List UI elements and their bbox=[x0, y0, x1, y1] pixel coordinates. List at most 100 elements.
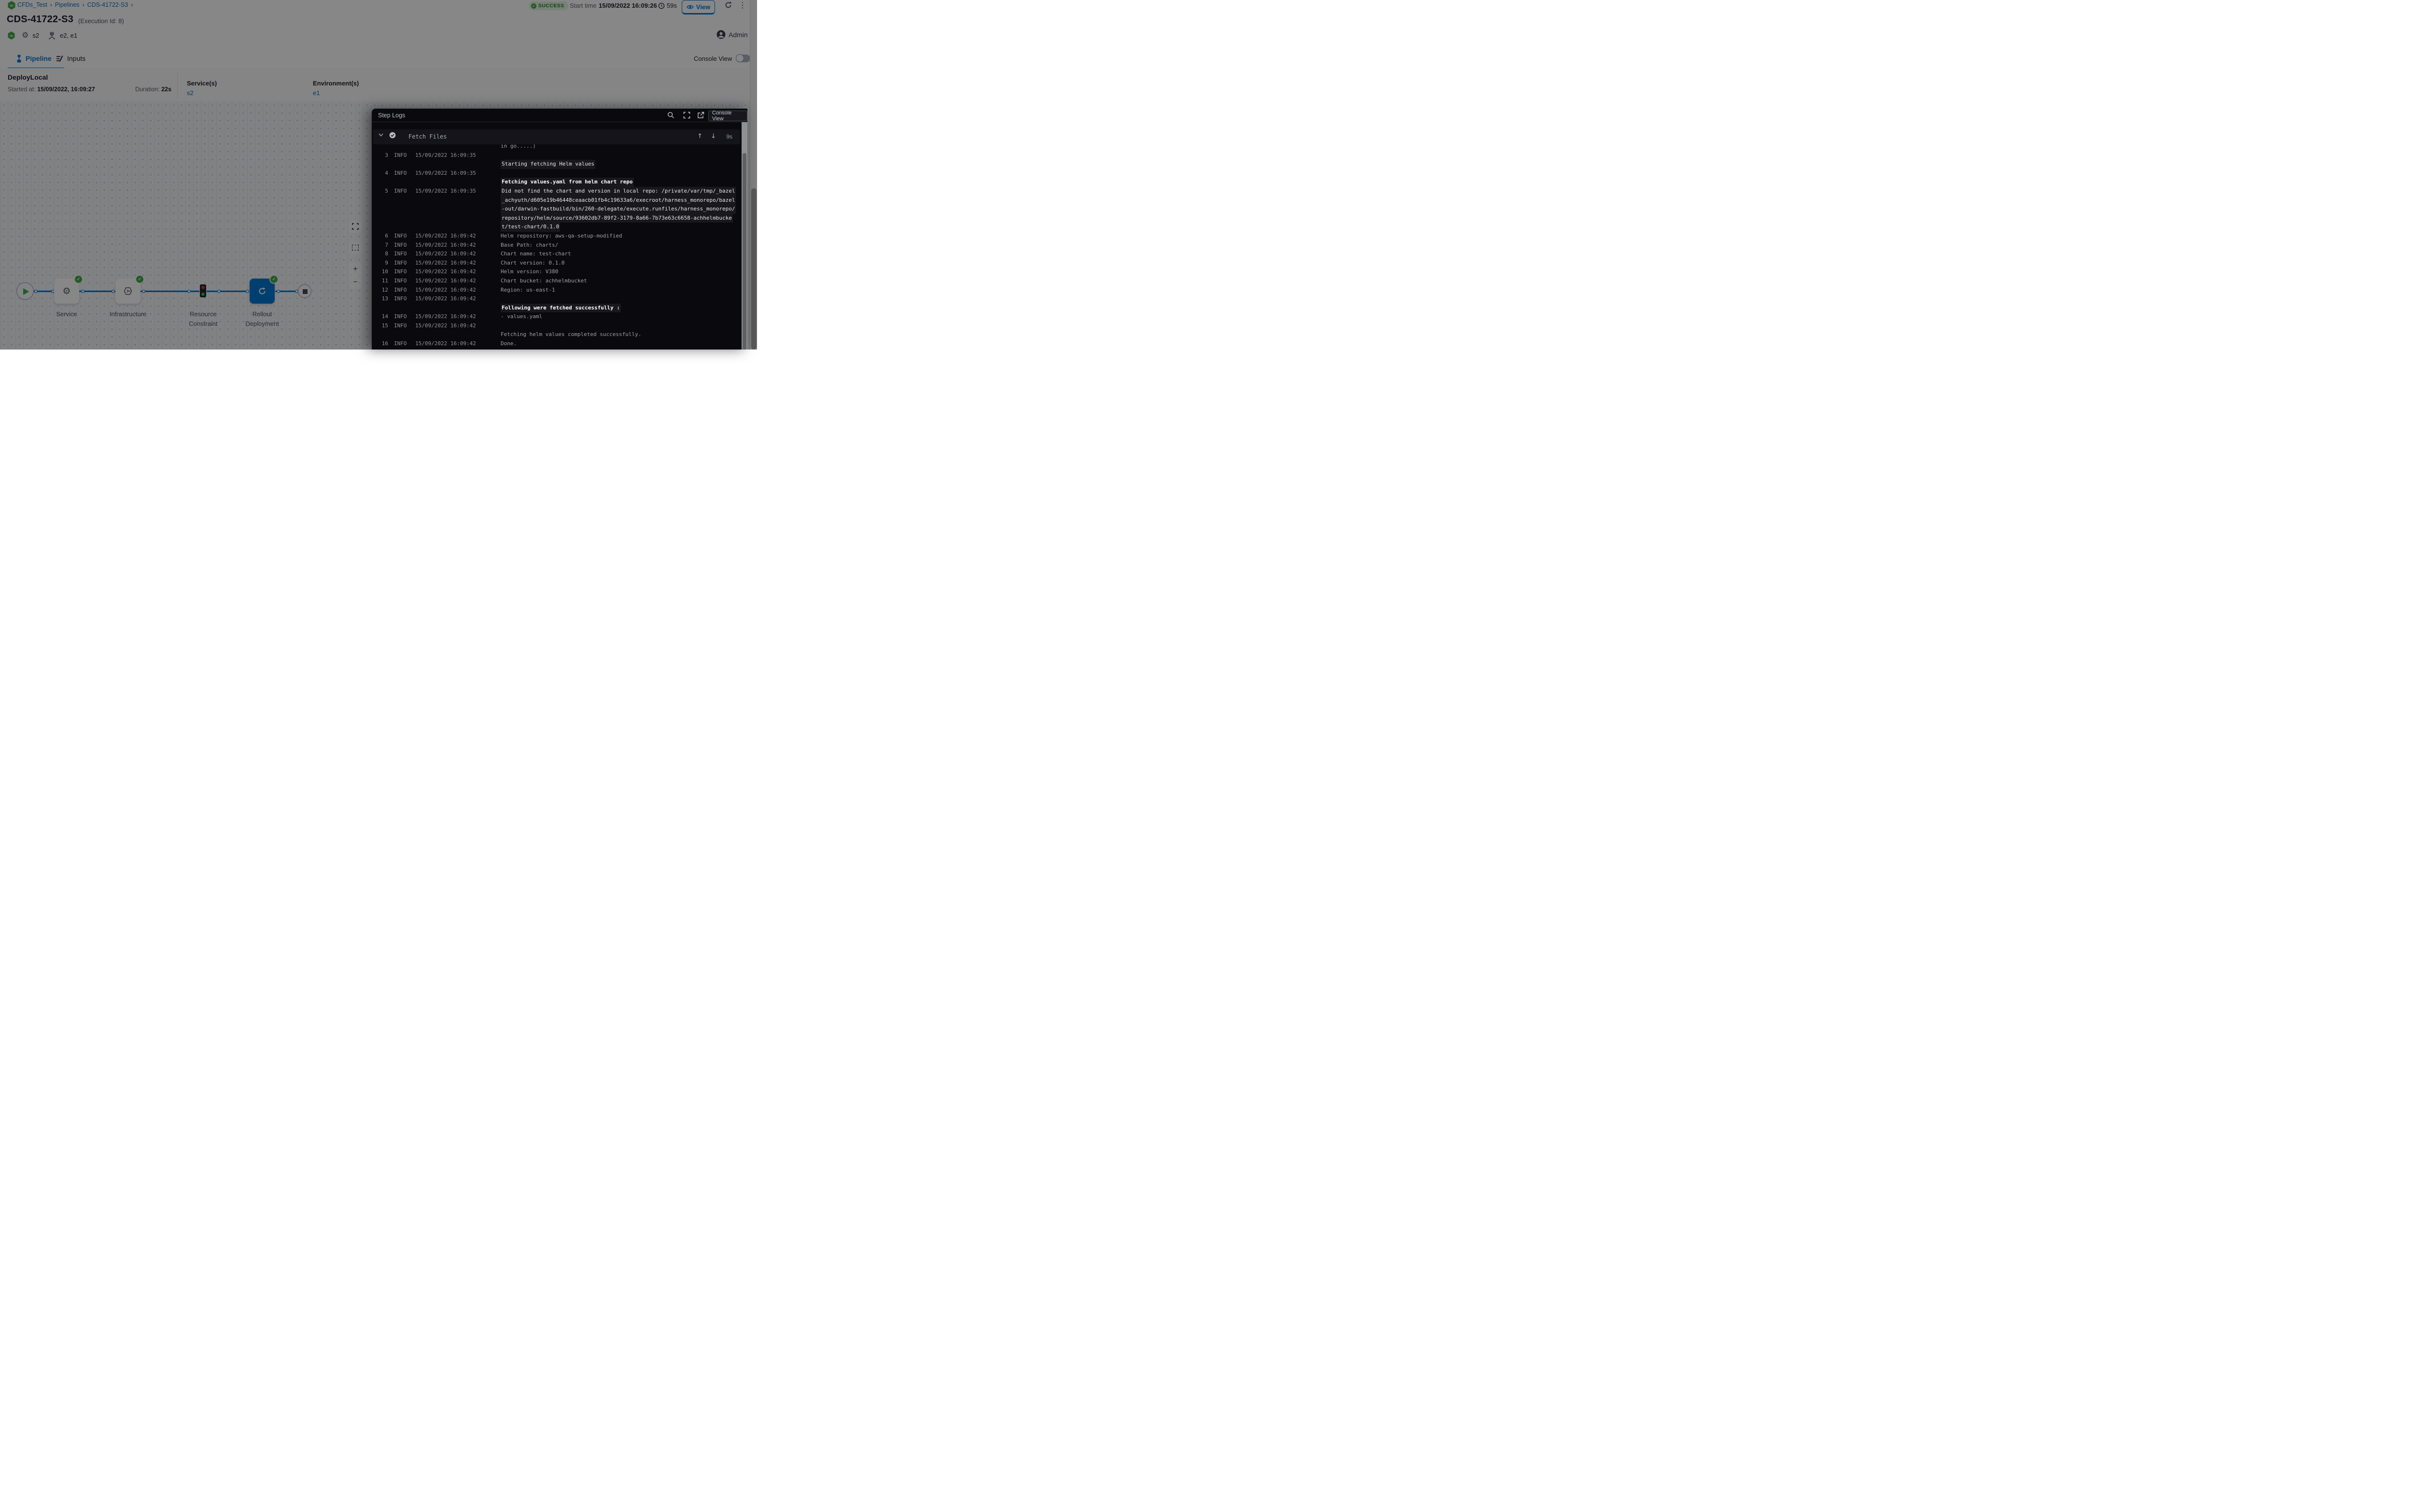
gear-icon: ⚙ bbox=[54, 279, 79, 304]
clock-icon bbox=[658, 2, 665, 9]
edge-dot bbox=[246, 290, 249, 293]
node-resource-constraint[interactable] bbox=[200, 284, 206, 297]
edge-dot bbox=[277, 290, 280, 293]
node-label-resource-constraint: Resource Constraint bbox=[179, 309, 227, 328]
rollout-icon bbox=[257, 286, 267, 296]
tab-pipeline[interactable]: Pipeline bbox=[16, 49, 52, 68]
breadcrumb: CFDs_Test › Pipelines › CDS-41722-S3 › bbox=[17, 1, 133, 8]
log-row: t/test-chart/0.1.0 bbox=[372, 223, 742, 232]
log-row: Starting fetching Helm values bbox=[372, 160, 742, 169]
stage-started: Started at: 15/09/2022, 16:09:27 bbox=[8, 86, 95, 93]
svg-text:∞: ∞ bbox=[10, 33, 13, 38]
stage-name: DeployLocal bbox=[8, 73, 48, 81]
view-button[interactable]: View bbox=[682, 0, 715, 14]
zoom-out-button[interactable]: − bbox=[349, 276, 362, 289]
scroll-up-icon[interactable]: ↑ bbox=[697, 133, 702, 140]
kebab-menu-icon[interactable]: ⋮ bbox=[739, 0, 746, 10]
page-scrollbar-thumb[interactable] bbox=[751, 188, 757, 350]
log-section-fetch-files[interactable]: Fetch Files ↑ ↓ 9s bbox=[373, 129, 740, 144]
node-label-service: Service bbox=[33, 309, 100, 319]
pipeline-icon bbox=[16, 55, 22, 63]
console-view-toggle[interactable] bbox=[736, 55, 750, 62]
edge-dot bbox=[34, 290, 38, 293]
tab-bar: Pipeline Inputs Console View bbox=[0, 49, 757, 69]
log-scrollbar[interactable] bbox=[742, 122, 747, 350]
duration-label: Duration: bbox=[135, 86, 160, 93]
step-logs-header: Step Logs Console View bbox=[372, 109, 747, 122]
log-row: Fetching helm values completed successfu… bbox=[372, 330, 742, 339]
step-logs-title: Step Logs bbox=[378, 112, 405, 119]
edge-dot bbox=[187, 290, 191, 293]
infrastructure-icon bbox=[123, 286, 133, 296]
log-row: 12INFO15/09/2022 16:09:42Region: us-east… bbox=[372, 286, 742, 295]
toggle-knob bbox=[736, 54, 744, 62]
node-label-infrastructure: Infrastructure bbox=[94, 309, 162, 319]
chevron-down-icon[interactable] bbox=[378, 132, 384, 138]
step-success-icon bbox=[389, 132, 396, 139]
tab-pipeline-label: Pipeline bbox=[26, 55, 52, 62]
log-row: _achyuth/d605e19b46448ceaacb01fb4c19633a… bbox=[372, 196, 742, 205]
page-scrollbar[interactable] bbox=[750, 0, 757, 350]
breadcrumb-pipeline-name[interactable]: CDS-41722-S3 bbox=[87, 1, 128, 8]
started-value: 15/09/2022, 16:09:27 bbox=[37, 86, 95, 93]
stop-icon bbox=[303, 289, 308, 294]
console-view-button-label: Console View bbox=[712, 110, 744, 122]
fit-to-screen-button[interactable] bbox=[349, 220, 362, 233]
environments-link[interactable]: e1 bbox=[313, 89, 320, 97]
breadcrumb-separator: › bbox=[131, 1, 133, 8]
log-scrollbar-thumb[interactable] bbox=[743, 153, 746, 350]
svg-text:∞: ∞ bbox=[10, 3, 13, 9]
status-check-icon: ✓ bbox=[531, 3, 536, 9]
log-row: Following were fetched successfully : bbox=[372, 304, 742, 313]
service-tag[interactable]: s2 bbox=[32, 32, 39, 39]
node-label-rollout-deployment: Rollout Deployment bbox=[236, 309, 289, 328]
fullscreen-icon[interactable] bbox=[683, 112, 690, 119]
edge-dot bbox=[217, 290, 221, 293]
user-name: Admin bbox=[729, 31, 748, 39]
duration-value: 22s bbox=[161, 86, 171, 93]
harness-cd-icon: ∞ bbox=[8, 31, 15, 40]
breadcrumb-separator: › bbox=[50, 1, 52, 8]
node-infrastructure[interactable]: ✓ bbox=[115, 279, 140, 304]
console-view-button[interactable]: Console View bbox=[708, 111, 747, 121]
end-node[interactable] bbox=[298, 284, 311, 298]
tab-inputs[interactable]: Inputs bbox=[56, 49, 85, 68]
refresh-icon[interactable] bbox=[724, 1, 732, 9]
stage-duration: Duration: 22s bbox=[135, 86, 171, 93]
start-node[interactable] bbox=[16, 282, 34, 300]
tab-inputs-label: Inputs bbox=[67, 55, 85, 62]
start-time-value: 15/09/2022 16:09:26 bbox=[599, 2, 657, 9]
stage-summary-bar: DeployLocal Started at: 15/09/2022, 16:0… bbox=[0, 68, 757, 102]
node-service[interactable]: ⚙ ✓ bbox=[54, 279, 79, 304]
red-light-icon bbox=[201, 286, 205, 289]
breadcrumb-project[interactable]: CFDs_Test bbox=[17, 1, 47, 8]
elapsed-duration: 59s bbox=[667, 2, 677, 9]
environment-tag[interactable]: e2, e1 bbox=[60, 32, 77, 39]
service-gear-icon: ⚙ bbox=[22, 30, 28, 40]
start-time-label: Start time bbox=[570, 2, 597, 9]
inputs-icon bbox=[56, 55, 64, 62]
started-label: Started at: bbox=[8, 86, 36, 93]
page-title: CDS-41722-S3 bbox=[7, 14, 73, 25]
node-rollout-deployment[interactable]: ✓ bbox=[250, 279, 275, 304]
breadcrumb-pipelines[interactable]: Pipelines bbox=[55, 1, 80, 8]
search-icon[interactable] bbox=[667, 112, 674, 119]
zoom-in-button[interactable]: + bbox=[349, 263, 362, 276]
edge-dot bbox=[142, 290, 145, 293]
log-row: 13INFO15/09/2022 16:09:42 bbox=[372, 294, 742, 304]
log-row: 5INFO15/09/2022 16:09:35Did not find the… bbox=[372, 187, 742, 196]
status-text: SUCCESS bbox=[538, 3, 564, 9]
services-link[interactable]: s2 bbox=[187, 89, 194, 97]
user-menu[interactable]: Admin bbox=[716, 30, 748, 39]
view-button-label: View bbox=[696, 3, 710, 11]
marquee-select-button[interactable] bbox=[349, 241, 362, 254]
open-in-new-icon[interactable] bbox=[697, 112, 704, 119]
execution-meta: ∞ ⚙ s2 e2, e1 bbox=[8, 30, 77, 40]
green-light-icon bbox=[201, 293, 205, 296]
scroll-down-icon[interactable]: ↓ bbox=[711, 133, 716, 140]
divider bbox=[177, 72, 178, 99]
log-rows: in go.....)3INFO15/09/2022 16:09:35Start… bbox=[372, 142, 742, 349]
edge bbox=[207, 291, 249, 292]
success-badge-icon: ✓ bbox=[75, 276, 82, 283]
log-row: 10INFO15/09/2022 16:09:42Helm version: V… bbox=[372, 267, 742, 277]
